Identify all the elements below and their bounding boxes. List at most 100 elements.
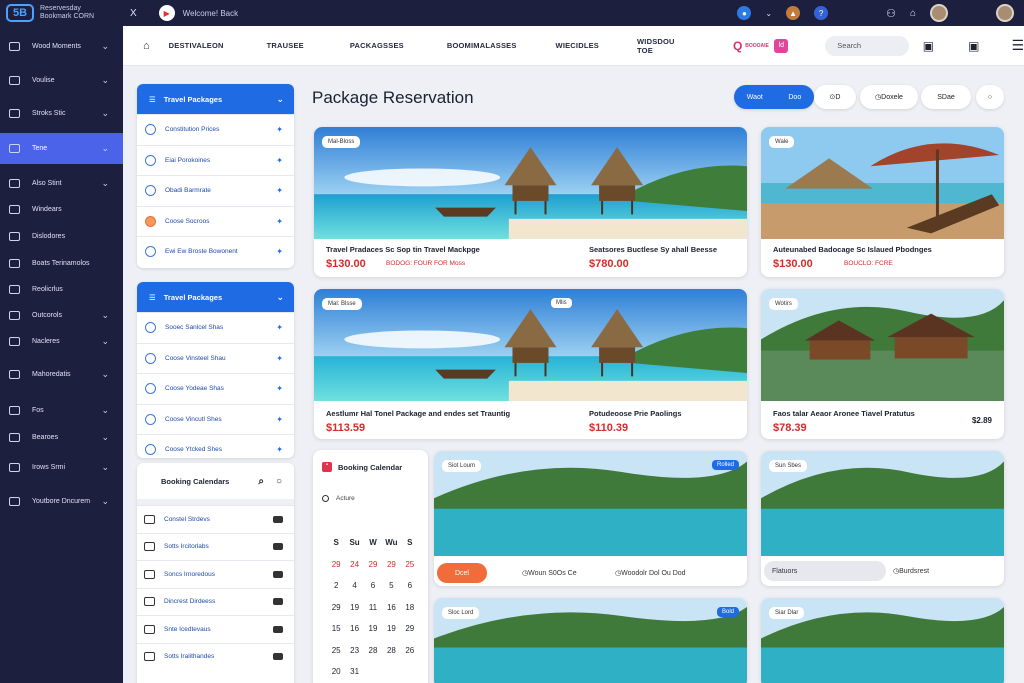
list-item[interactable]: Snte Icedtevaus <box>137 615 294 643</box>
book-button[interactable]: Dcel <box>437 563 487 583</box>
list-item[interactable]: Coose Ytcked Shes ✦ <box>137 434 294 458</box>
calendar-date[interactable]: 31 <box>345 667 363 676</box>
package-card[interactable]: Sun Sbes Flatuors ◷ Burdsrest <box>761 451 1004 586</box>
sidebar-item[interactable]: Wood Moments ⌄ <box>0 33 123 60</box>
calendar-date[interactable]: 24 <box>345 560 363 569</box>
lock-icon[interactable]: ⌂ <box>910 8 916 19</box>
tab-packages[interactable]: PACKAGSSES <box>350 41 404 50</box>
package-card[interactable]: Mal-Bloss Travel Pradaces Sc Sop tin Trav… <box>314 127 747 277</box>
sidebar-item[interactable]: Youtbore Dncurem ⌄ <box>0 488 123 515</box>
list-item[interactable]: Constel Strdevs <box>137 505 294 533</box>
calendar-date[interactable]: 29 <box>401 624 419 633</box>
list-item[interactable]: Coose Yodeae Shas ✦ <box>137 373 294 404</box>
sidebar-item[interactable]: Outcorols ⌄ <box>0 302 123 329</box>
calendar-date[interactable]: 19 <box>382 624 400 633</box>
sidebar-item[interactable]: Dislodores <box>0 223 123 250</box>
sidebar-item[interactable]: Reolicrlus <box>0 276 123 303</box>
sidebar-item[interactable]: Fos ⌄ <box>0 397 123 424</box>
calendar-date[interactable]: 6 <box>364 581 382 590</box>
list-item[interactable]: Soncs Irnoredous <box>137 560 294 588</box>
close-icon[interactable]: X <box>130 8 137 19</box>
sidebar-item[interactable]: Stroks Stic ⌄ <box>0 100 123 127</box>
tab-transfer[interactable]: TRAUSEE <box>267 41 304 50</box>
tab-bookings[interactable]: BOOMIMALASSES <box>447 41 517 50</box>
calendar-date[interactable]: 18 <box>401 603 419 612</box>
panel-header[interactable]: ☰ Travel Packages ⌄ <box>137 282 294 312</box>
menu-icon[interactable]: ☰ <box>1011 37 1024 54</box>
sort-button[interactable]: S Dae <box>921 85 971 109</box>
package-card[interactable]: Siar Dlar <box>761 598 1004 683</box>
search-icon[interactable]: ⌕ <box>258 476 264 487</box>
list-item[interactable]: Eiai Porokoines ✦ <box>137 144 294 176</box>
pin-icon[interactable]: ✦ <box>276 384 283 393</box>
list-item[interactable]: Sooec Sanlcel Shas ✦ <box>137 312 294 343</box>
pin-icon[interactable]: ✦ <box>276 415 283 424</box>
list-item[interactable]: Coose Vincutl Shes ✦ <box>137 403 294 435</box>
pin-icon[interactable]: ✦ <box>276 445 283 454</box>
calendar-date[interactable]: 29 <box>364 560 382 569</box>
pin-icon[interactable]: ✦ <box>276 186 283 195</box>
calendar-date[interactable]: 29 <box>382 560 400 569</box>
user-avatar[interactable] <box>996 4 1014 22</box>
calendar-date[interactable]: 15 <box>327 624 345 633</box>
tab-window[interactable]: WIDSDOU TOE <box>637 37 691 55</box>
bell-icon[interactable]: ▲ <box>786 6 801 20</box>
calendar-date[interactable]: 6 <box>401 581 419 590</box>
sidebar-item[interactable]: Tene ⌄ <box>0 133 123 164</box>
package-card[interactable]: Wale Auteunabed Badocage Sc Islaued Pbodn… <box>761 127 1004 277</box>
package-card[interactable]: Siot Loum Rolled Dcel ◷ Woun S0Os Ce ◷ Woodo… <box>434 451 747 586</box>
calendar-date[interactable]: 26 <box>401 646 419 655</box>
pin-icon[interactable]: ✦ <box>276 217 283 226</box>
calendar-date[interactable]: 29 <box>327 603 345 612</box>
list-item[interactable]: Constitution Prices ✦ <box>137 114 294 145</box>
list-item[interactable]: Sotts Ircitorlabs <box>137 532 294 561</box>
package-card[interactable]: Sloc Lord Bold <box>434 598 747 683</box>
calendar-date[interactable]: 5 <box>382 581 400 590</box>
list-item[interactable]: Sotts Iralithandes <box>137 642 294 671</box>
filter-chip[interactable]: Flatuors <box>764 561 886 581</box>
list-item[interactable]: Coose Vinsteel Shau ✦ <box>137 342 294 374</box>
promo-search[interactable]: Q BOOOAIE ld <box>733 38 789 53</box>
pin-icon[interactable]: ✦ <box>276 156 283 165</box>
calendar-date[interactable]: 20 <box>327 667 345 676</box>
calendar-date[interactable]: 23 <box>345 646 363 655</box>
tab-vehicles[interactable]: WIECIDLES <box>556 41 599 50</box>
filter-button[interactable]: ◷ Doxele <box>860 85 918 109</box>
globe-icon[interactable]: ● <box>737 6 752 20</box>
cart-icon[interactable]: ▣ <box>968 39 979 53</box>
refresh-button[interactable]: ○ <box>976 85 1004 109</box>
package-card[interactable]: Mal: Blsse Aestlumr Hal Tonel Package and… <box>314 289 747 439</box>
calendar-date[interactable]: 11 <box>364 603 382 612</box>
calendar-date[interactable]: 29 <box>327 560 345 569</box>
primary-toggle[interactable]: Waot Doo <box>734 85 814 109</box>
sidebar-item[interactable]: Also Stint ⌄ <box>0 170 123 197</box>
pin-icon[interactable]: ✦ <box>276 125 283 134</box>
view-button[interactable]: ⊙ D <box>814 85 856 109</box>
help-icon[interactable]: ? <box>814 6 829 20</box>
pin-icon[interactable]: ✦ <box>276 247 283 256</box>
home-icon[interactable]: ⌂ <box>143 40 150 52</box>
calendar-date[interactable]: 4 <box>345 581 363 590</box>
calendar-date[interactable]: 25 <box>401 560 419 569</box>
panel-header[interactable]: ☰ Travel Packages ⌄ <box>137 84 294 114</box>
package-card[interactable]: Wotirs Faos talar Aeaor Aronee Tiavel Pra… <box>761 289 1004 439</box>
sidebar-item[interactable]: Mahoredatis ⌄ <box>0 361 123 388</box>
calendar-date[interactable]: 28 <box>364 646 382 655</box>
calendar-date[interactable]: 28 <box>382 646 400 655</box>
calendar-date[interactable]: 25 <box>327 646 345 655</box>
chevron-down-icon[interactable]: ⌄ <box>765 9 772 18</box>
calendar-date[interactable]: 19 <box>345 603 363 612</box>
sidebar-item[interactable]: Bearoes ⌄ <box>0 424 123 451</box>
bag-icon[interactable]: ▣ <box>923 39 934 53</box>
pin-icon[interactable]: ✦ <box>276 323 283 332</box>
tab-destination[interactable]: DESTIVALEON <box>169 41 224 50</box>
calendar-date[interactable]: 2 <box>327 581 345 590</box>
list-item[interactable]: Dincrest Dirdeess <box>137 587 294 616</box>
sidebar-item[interactable]: Nacleres ⌄ <box>0 328 123 355</box>
avatar[interactable] <box>930 4 948 22</box>
list-item[interactable]: Coose Socroos ✦ <box>137 205 294 237</box>
calendar-date[interactable]: 19 <box>364 624 382 633</box>
search-input[interactable]: Search <box>825 35 909 56</box>
list-item[interactable]: Ewi Ew Broste Bowonent ✦ <box>137 236 294 267</box>
list-item[interactable]: Obadi Barmrate ✦ <box>137 175 294 206</box>
